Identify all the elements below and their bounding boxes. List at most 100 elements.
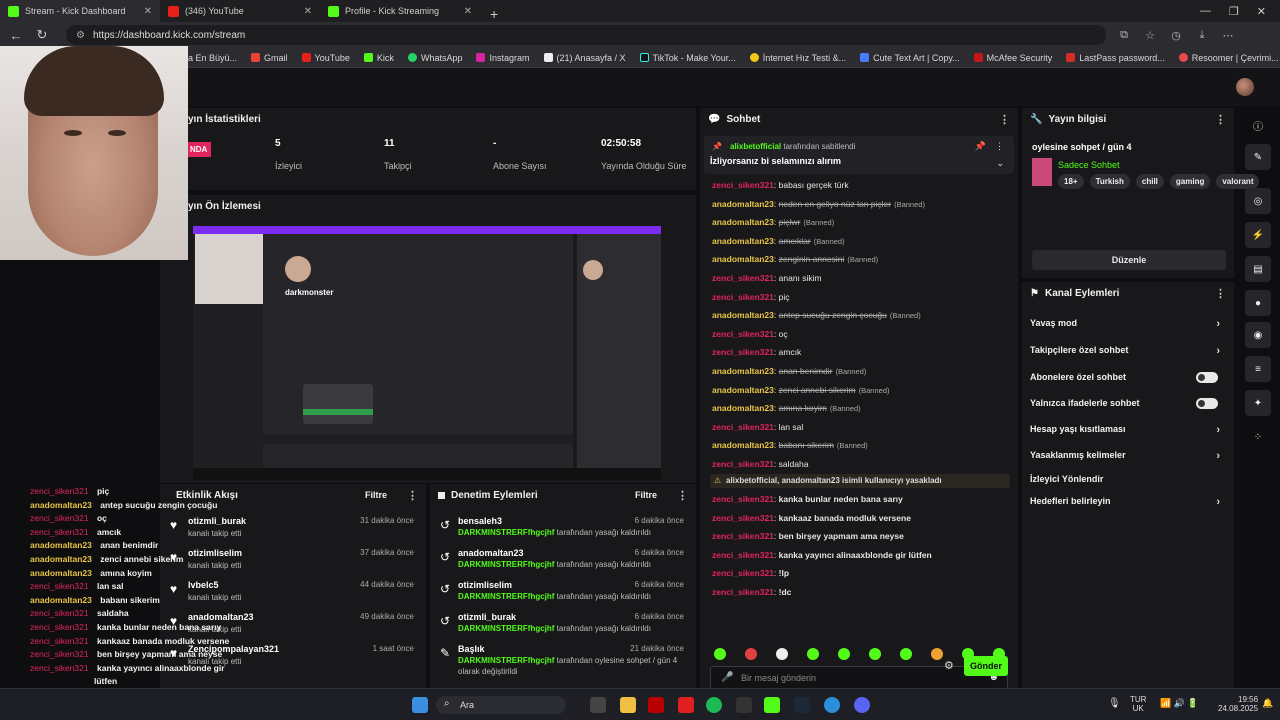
minimize-icon[interactable]: — bbox=[1200, 5, 1211, 17]
banned-label: (Banned) bbox=[889, 311, 921, 321]
language-indicator[interactable]: TUR UK bbox=[1130, 695, 1146, 713]
action-subscribers-only[interactable]: Abonelere özel sohbet bbox=[1030, 372, 1220, 383]
emote-icon[interactable] bbox=[745, 648, 757, 660]
task-view-icon[interactable] bbox=[590, 697, 606, 713]
netflix-icon[interactable] bbox=[648, 697, 664, 713]
tab-kick-profile[interactable]: Profile - Kick Streaming ✕ bbox=[320, 0, 480, 22]
tab-kick-dashboard[interactable]: Stream - Kick Dashboard ✕ bbox=[0, 0, 160, 22]
chat-text: anan benimdir bbox=[778, 366, 833, 376]
bookmark-x[interactable]: (21) Anasayfa / X bbox=[543, 53, 626, 63]
activity-menu-icon[interactable]: ⋮ bbox=[407, 489, 418, 502]
bookmark-youtube[interactable]: YouTube bbox=[301, 53, 350, 63]
emote-icon[interactable] bbox=[776, 648, 788, 660]
emote-icon[interactable] bbox=[807, 648, 819, 660]
bolt-icon[interactable]: ⚡ bbox=[1245, 222, 1271, 248]
pinned-message[interactable]: 📌 alixbetofficial tarafından sabitlendi … bbox=[704, 136, 1014, 174]
close-tab-icon[interactable]: ✕ bbox=[464, 6, 472, 17]
reload-icon[interactable]: ↻ bbox=[34, 27, 50, 43]
pencil-icon[interactable]: ✎ bbox=[1245, 144, 1271, 170]
chat-settings-icon[interactable]: ⚙ bbox=[944, 659, 954, 672]
list-item: ↺ otizmli_burak DARKMINSTRERFfhgcjhf taraf… bbox=[440, 612, 684, 633]
channel-actions-menu-icon[interactable]: ⋮ bbox=[1215, 287, 1226, 300]
action-slow-mode[interactable]: Yavaş mod › bbox=[1030, 318, 1220, 330]
notifications-icon[interactable]: 🔔 bbox=[1262, 698, 1273, 709]
emote-icon[interactable] bbox=[931, 648, 943, 660]
info-icon[interactable]: ⓘ bbox=[1245, 112, 1271, 138]
emote-icon[interactable] bbox=[900, 648, 912, 660]
tab-youtube[interactable]: (346) YouTube ✕ bbox=[160, 0, 320, 22]
activity-filter-button[interactable]: Filtre bbox=[365, 490, 387, 500]
user-avatar[interactable] bbox=[1236, 78, 1254, 96]
menu-icon[interactable]: ⋯ bbox=[1220, 29, 1236, 42]
action-goals[interactable]: Hedefleri belirleyin › bbox=[1030, 496, 1220, 508]
close-tab-icon[interactable]: ✕ bbox=[304, 6, 312, 17]
tray-icons[interactable]: 📶 🔊 🔋 bbox=[1160, 698, 1199, 709]
overlay-chat-line: anadomaltan23 anan benimdir bbox=[30, 540, 158, 550]
bookmark-tiktok[interactable]: TikTok - Make Your... bbox=[639, 53, 736, 63]
app-red-icon[interactable] bbox=[678, 697, 694, 713]
url-field[interactable]: ⚙ https://dashboard.kick.com/stream bbox=[66, 25, 1106, 45]
moderation-filter-button[interactable]: Filtre bbox=[635, 490, 657, 500]
action-account-age[interactable]: Hesap yaşı kısıtlaması › bbox=[1030, 424, 1220, 436]
file-explorer-icon[interactable] bbox=[620, 697, 636, 713]
new-tab-button[interactable]: + bbox=[480, 6, 508, 22]
chevron-down-icon[interactable]: ⌄ bbox=[996, 158, 1004, 169]
app-dark-icon[interactable] bbox=[736, 697, 752, 713]
emote-icon[interactable] bbox=[838, 648, 850, 660]
action-followers-only[interactable]: Takipçilere özel sohbet › bbox=[1030, 345, 1220, 357]
bookmark-item[interactable]: a En Büyü... bbox=[188, 53, 237, 63]
clipboard-icon[interactable]: ▤ bbox=[1245, 256, 1271, 282]
taskbar-search[interactable]: ⌕ Ara bbox=[436, 696, 566, 714]
spotify-icon[interactable] bbox=[706, 697, 722, 713]
history-icon[interactable]: ◷ bbox=[1168, 29, 1184, 42]
close-tab-icon[interactable]: ✕ bbox=[144, 6, 152, 17]
chat-message: anadomaltan23: amına koyim (Banned) bbox=[712, 403, 861, 414]
edge-icon[interactable] bbox=[824, 697, 840, 713]
bookmark-cutetext[interactable]: Cute Text Art | Copy... bbox=[860, 53, 960, 63]
bookmark-kick[interactable]: Kick bbox=[363, 53, 394, 63]
pinned-menu-icon[interactable]: ⋮ bbox=[995, 141, 1004, 152]
unpin-icon[interactable]: 📌 bbox=[975, 141, 986, 152]
action-emote-only[interactable]: Yalnızca ifadelerle sohbet bbox=[1030, 398, 1220, 409]
stream-info-menu-icon[interactable]: ⋮ bbox=[1215, 113, 1226, 126]
stream-preview-video[interactable]: darkmonster bbox=[193, 218, 661, 480]
favorites-icon[interactable]: ☆ bbox=[1142, 29, 1158, 42]
extensions-icon[interactable]: ⧉ bbox=[1116, 29, 1132, 42]
maximize-icon[interactable]: ❐ bbox=[1229, 5, 1239, 18]
more-icon[interactable]: ⁘ bbox=[1245, 424, 1271, 450]
bookmark-whatsapp[interactable]: WhatsApp bbox=[407, 53, 462, 63]
action-host[interactable]: İzleyici Yönlendir bbox=[1030, 474, 1220, 484]
start-icon[interactable] bbox=[412, 697, 428, 713]
bookmark-speedtest[interactable]: İnternet Hız Testi &... bbox=[749, 53, 846, 63]
download-icon[interactable]: ⤓ bbox=[1194, 29, 1210, 42]
emote-only-toggle[interactable] bbox=[1196, 398, 1218, 409]
mic-icon[interactable]: 🎙 bbox=[1108, 698, 1121, 709]
bookmark-lastpass[interactable]: LastPass password... bbox=[1066, 53, 1165, 63]
layers-icon[interactable]: ≡ bbox=[1245, 356, 1271, 382]
moderation-menu-icon[interactable]: ⋮ bbox=[677, 489, 688, 502]
back-icon[interactable]: ← bbox=[8, 28, 24, 43]
emote-picker-icon[interactable]: 🎤 bbox=[721, 672, 733, 683]
action-banned-words[interactable]: Yasaklanmış kelimeler › bbox=[1030, 450, 1220, 462]
edit-button[interactable]: Düzenle bbox=[1032, 250, 1226, 270]
target-icon[interactable]: ◎ bbox=[1245, 188, 1271, 214]
list-item: ✎ Başlık DARKMINSTRERFfhgcjhf tarafından o… bbox=[440, 644, 684, 676]
chat-bubble-icon[interactable]: ● bbox=[1245, 290, 1271, 316]
clock[interactable]: 19:56 24.08.2025 bbox=[1218, 695, 1258, 713]
send-button[interactable]: Gönder bbox=[964, 656, 1008, 676]
kick-app-icon[interactable] bbox=[764, 697, 780, 713]
emote-icon[interactable] bbox=[714, 648, 726, 660]
discord-icon[interactable] bbox=[854, 697, 870, 713]
site-info-icon[interactable]: ⚙ bbox=[76, 30, 85, 41]
subscribers-only-toggle[interactable] bbox=[1196, 372, 1218, 383]
bookmark-instagram[interactable]: Instagram bbox=[476, 53, 530, 63]
chat-menu-icon[interactable]: ⋮ bbox=[999, 113, 1010, 126]
bookmark-gmail[interactable]: Gmail bbox=[251, 53, 288, 63]
bookmark-mcafee[interactable]: McAfee Security bbox=[973, 53, 1052, 63]
tools-icon[interactable]: ✦ bbox=[1245, 390, 1271, 416]
emote-icon[interactable] bbox=[869, 648, 881, 660]
broadcast-icon[interactable]: ◉ bbox=[1245, 322, 1271, 348]
steam-icon[interactable] bbox=[794, 697, 810, 713]
close-window-icon[interactable]: ✕ bbox=[1257, 5, 1266, 18]
bookmark-resoomer[interactable]: Resoomer | Çevrimi... bbox=[1178, 53, 1279, 63]
